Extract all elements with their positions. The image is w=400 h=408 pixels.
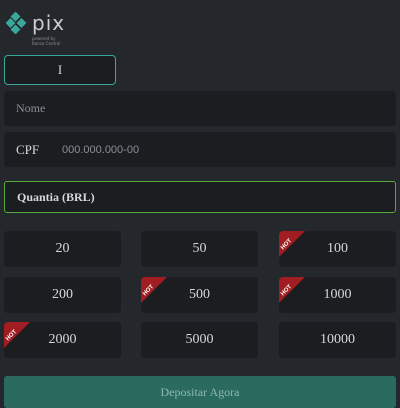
hot-badge: HOT bbox=[141, 277, 167, 303]
amount-value: 1000 bbox=[323, 287, 352, 302]
hot-label: HOT bbox=[280, 238, 294, 252]
hot-label: HOT bbox=[280, 284, 294, 298]
amount-value: 50 bbox=[192, 241, 207, 256]
amount-value: 2000 bbox=[48, 332, 77, 347]
cpf-field[interactable]: CPF 000.000.000-00 bbox=[4, 132, 396, 167]
pix-logo-tagline: powered by Banco Central bbox=[32, 36, 61, 46]
deposit-label: Depositar Agora bbox=[160, 384, 240, 399]
hot-label: HOT bbox=[5, 329, 19, 343]
amount-value: 20 bbox=[55, 241, 70, 256]
name-field[interactable]: Nome bbox=[4, 91, 396, 126]
amount-value: 200 bbox=[52, 287, 73, 302]
amount-button-5000[interactable]: 5000 bbox=[141, 322, 258, 358]
amount-button-50[interactable]: 50 bbox=[141, 231, 258, 267]
top-input[interactable]: I bbox=[4, 55, 116, 85]
hot-badge: HOT bbox=[279, 231, 305, 257]
pix-diamond-icon bbox=[6, 12, 27, 34]
pix-logo-text: pix bbox=[32, 11, 66, 35]
cpf-label: CPF bbox=[16, 141, 40, 157]
amount-button-500[interactable]: HOT 500 bbox=[141, 277, 258, 313]
deposit-button[interactable]: Depositar Agora bbox=[4, 376, 396, 408]
amount-value: 500 bbox=[189, 287, 210, 302]
cpf-placeholder: 000.000.000-00 bbox=[62, 143, 140, 156]
amount-value: 100 bbox=[327, 241, 348, 256]
amount-button-1000[interactable]: HOT 1000 bbox=[279, 277, 396, 313]
name-placeholder: Nome bbox=[16, 101, 46, 115]
hot-label: HOT bbox=[142, 284, 156, 298]
amount-value: 10000 bbox=[320, 332, 355, 347]
pix-logo: pix powered by Banco Central bbox=[6, 11, 66, 46]
amount-button-200[interactable]: 200 bbox=[4, 277, 121, 313]
hot-badge: HOT bbox=[4, 322, 30, 348]
amount-button-2000[interactable]: HOT 2000 bbox=[4, 322, 121, 358]
amount-label: Quantia (BRL) bbox=[17, 189, 95, 204]
amount-button-20[interactable]: 20 bbox=[4, 231, 121, 267]
amount-field[interactable]: Quantia (BRL) bbox=[4, 181, 396, 213]
hot-badge: HOT bbox=[279, 277, 305, 303]
amount-value: 5000 bbox=[185, 332, 214, 347]
amount-button-100[interactable]: HOT 100 bbox=[279, 231, 396, 267]
amount-button-10000[interactable]: 10000 bbox=[279, 322, 396, 358]
